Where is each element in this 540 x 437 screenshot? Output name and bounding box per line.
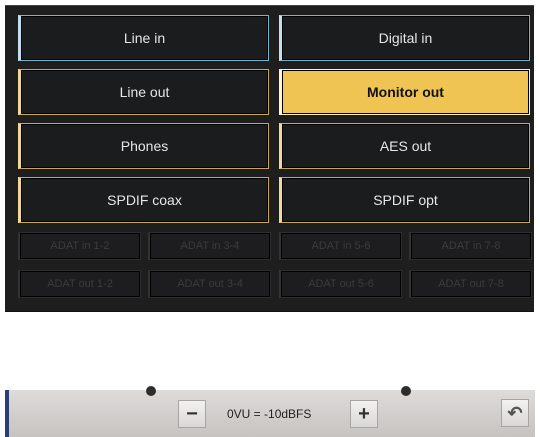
routing-panel: Line in Digital in Line out Monitor out … xyxy=(5,5,534,312)
adat-out-7-8-button[interactable]: ADAT out 7-8 xyxy=(409,270,532,298)
level-reference-bar: − 0VU = -10dBFS + ↶ xyxy=(5,386,535,437)
decrease-level-button[interactable]: − xyxy=(178,400,206,428)
increase-level-button[interactable]: + xyxy=(350,400,378,428)
spdif-coax-button[interactable]: SPDIF coax xyxy=(18,177,269,223)
back-arrow-icon: ↶ xyxy=(507,402,523,423)
adat-out-1-2-button[interactable]: ADAT out 1-2 xyxy=(18,270,141,298)
back-button[interactable]: ↶ xyxy=(501,399,529,427)
plus-icon: + xyxy=(358,402,370,425)
digital-in-button[interactable]: Digital in xyxy=(279,15,530,61)
adat-in-1-2-button[interactable]: ADAT in 1-2 xyxy=(18,232,141,260)
aes-out-button[interactable]: AES out xyxy=(279,123,530,169)
spdif-opt-button[interactable]: SPDIF opt xyxy=(279,177,530,223)
phones-button[interactable]: Phones xyxy=(18,123,269,169)
line-in-button[interactable]: Line in xyxy=(18,15,269,61)
adat-in-3-4-button[interactable]: ADAT in 3-4 xyxy=(148,232,271,260)
reference-level-label: 0VU = -10dBFS xyxy=(227,407,312,421)
line-out-button[interactable]: Line out xyxy=(18,69,269,115)
adat-out-5-6-button[interactable]: ADAT out 5-6 xyxy=(279,270,402,298)
minus-icon: − xyxy=(186,402,198,425)
left-knob-dot xyxy=(146,386,156,396)
monitor-out-button[interactable]: Monitor out xyxy=(279,69,530,115)
adat-in-7-8-button[interactable]: ADAT in 7-8 xyxy=(409,232,532,260)
adat-out-3-4-button[interactable]: ADAT out 3-4 xyxy=(148,270,271,298)
right-knob-dot xyxy=(401,386,411,396)
adat-in-5-6-button[interactable]: ADAT in 5-6 xyxy=(279,232,402,260)
